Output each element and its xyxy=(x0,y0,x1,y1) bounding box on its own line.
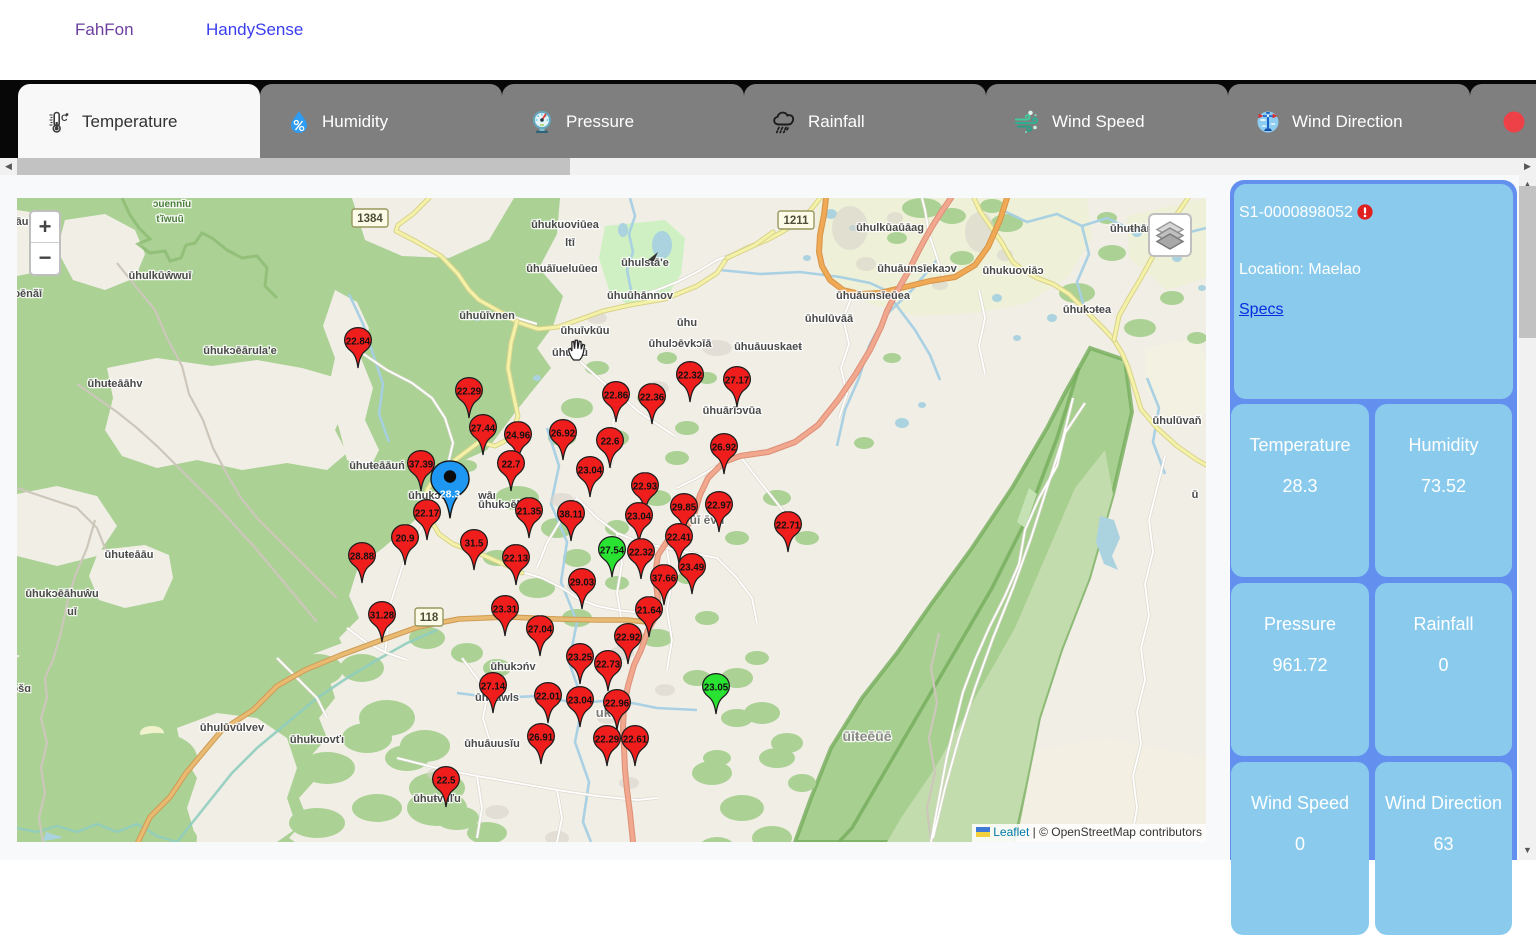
svg-text:28.3: 28.3 xyxy=(440,489,461,501)
svg-text:ūhuŧeāāu: ūhuŧeāāu xyxy=(105,549,154,561)
svg-text:ɔuennīu: ɔuennīu xyxy=(153,199,191,210)
svg-text:ltī: ltī xyxy=(565,237,576,249)
svg-text:23.31: 23.31 xyxy=(493,605,518,616)
svg-text:ūhukuovťı: ūhukuovťı xyxy=(290,734,344,746)
svg-text:ūhuīvkūu: ūhuīvkūu xyxy=(561,325,610,337)
svg-text:āu: āu xyxy=(17,216,28,228)
svg-text:37.66: 37.66 xyxy=(652,574,677,585)
svg-text:23.05: 23.05 xyxy=(704,683,729,694)
svg-text:ūhuārīɔvūa: ūhuārīɔvūa xyxy=(703,405,763,417)
svg-text:20.9: 20.9 xyxy=(396,534,415,545)
svg-text:37.39: 37.39 xyxy=(409,460,434,471)
svg-text:31.28: 31.28 xyxy=(370,611,395,622)
svg-text:ūhulkūŵwuī: ūhulkūŵwuī xyxy=(129,270,193,282)
svg-text:ūhukuoviūea: ūhukuoviūea xyxy=(531,219,600,231)
svg-text:21.64: 21.64 xyxy=(637,606,662,617)
svg-text:26.91: 26.91 xyxy=(529,733,554,744)
svg-text:22.13: 22.13 xyxy=(504,554,529,565)
svg-text:22.73: 22.73 xyxy=(596,660,621,671)
svg-text:ūhulsŧā'e: ūhulsŧā'e xyxy=(621,257,669,269)
svg-text:38.11: 38.11 xyxy=(559,510,583,521)
svg-text:22.61: 22.61 xyxy=(623,735,648,746)
svg-text:23.25: 23.25 xyxy=(568,653,593,664)
svg-text:ūhuāuuskaeŧ: ūhuāuuskaeŧ xyxy=(734,341,802,353)
svg-text:ūhulɔēvkɔīā: ūhulɔēvkɔīā xyxy=(649,338,713,350)
svg-text:ūhuāunsīeūea: ūhuāunsīeūea xyxy=(836,290,911,302)
svg-text:21.35: 21.35 xyxy=(517,507,542,518)
svg-text:22.29: 22.29 xyxy=(595,735,620,746)
svg-text:23.04: 23.04 xyxy=(627,512,652,523)
svg-text:24.96: 24.96 xyxy=(506,431,531,442)
svg-text:ūhukɔŧea: ūhukɔŧea xyxy=(1063,304,1112,316)
svg-text:22.5: 22.5 xyxy=(437,776,456,787)
svg-text:ūhuŧeāāuń: ūhuŧeāāuń xyxy=(349,460,405,472)
svg-text:ūhuāīueluūeɑ: ūhuāīueluūeɑ xyxy=(526,263,598,275)
svg-text:ūhuŧvūľu: ūhuŧvūľu xyxy=(413,793,461,805)
svg-text:22.29: 22.29 xyxy=(457,387,482,398)
svg-text:ūhu: ūhu xyxy=(677,317,697,329)
svg-text:ūhulūvūlvev: ūhulūvūlvev xyxy=(200,722,265,734)
svg-text:27.17: 27.17 xyxy=(725,376,749,387)
svg-text:22.93: 22.93 xyxy=(633,482,658,493)
svg-text:lɔšɑ: lɔšɑ xyxy=(17,683,31,695)
svg-text:22.92: 22.92 xyxy=(616,633,640,644)
svg-text:ū: ū xyxy=(1192,489,1199,501)
svg-text:31.5: 31.5 xyxy=(465,539,484,550)
svg-text:22.17: 22.17 xyxy=(415,509,439,520)
svg-text:ūhukuoviāɔ: ūhukuoviāɔ xyxy=(982,265,1043,277)
svg-text:27.44: 27.44 xyxy=(471,424,496,435)
svg-text:1211: 1211 xyxy=(784,215,810,227)
svg-text:27.04: 27.04 xyxy=(528,625,553,636)
svg-text:ūhulkūaūāag: ūhulkūaūāag xyxy=(856,222,924,234)
svg-text:22.32: 22.32 xyxy=(629,548,653,559)
svg-text:27.54: 27.54 xyxy=(600,546,625,557)
svg-text:26.92: 26.92 xyxy=(712,443,736,454)
svg-text:29.85: 29.85 xyxy=(672,503,697,514)
svg-text:22.7: 22.7 xyxy=(502,460,521,471)
svg-text:ūhuūhānnov: ūhuūhānnov xyxy=(607,290,674,302)
svg-text:ūīŧeēūē: ūīŧeēūē xyxy=(842,728,891,744)
svg-text:22.6: 22.6 xyxy=(601,437,620,448)
svg-text:ūhukɔēārula'e: ūhukɔēārula'e xyxy=(203,345,277,357)
svg-text:23.49: 23.49 xyxy=(680,563,705,574)
svg-text:22.36: 22.36 xyxy=(640,393,665,404)
svg-text:118: 118 xyxy=(420,612,439,624)
svg-text:uī: uī xyxy=(67,606,78,618)
svg-text:22.32: 22.32 xyxy=(678,371,702,382)
svg-text:22.96: 22.96 xyxy=(605,699,630,710)
svg-text:1384: 1384 xyxy=(357,213,383,225)
svg-text:ūhulūvāā: ūhulūvāā xyxy=(805,313,854,325)
svg-text:22.86: 22.86 xyxy=(604,391,629,402)
svg-text:ūhulūvaň: ūhulūvaň xyxy=(1153,415,1202,427)
svg-text:22.84: 22.84 xyxy=(346,337,371,348)
svg-text:22.41: 22.41 xyxy=(667,533,692,544)
svg-text:23.04: 23.04 xyxy=(578,466,603,477)
svg-text:ťīwuū: ťīwuū xyxy=(156,214,184,225)
svg-text:26.92: 26.92 xyxy=(551,429,575,440)
svg-text:ūhuŧeāāhv: ūhuŧeāāhv xyxy=(87,378,143,390)
svg-text:22.71: 22.71 xyxy=(776,521,801,532)
svg-text:ɔēnăī: ɔēnăī xyxy=(17,288,43,300)
svg-text:ūhuūīvnen: ūhuūīvnen xyxy=(459,310,515,322)
svg-text:ūhukɔēāhuŵu: ūhukɔēāhuŵu xyxy=(25,588,98,600)
svg-text:28.88: 28.88 xyxy=(350,552,375,563)
svg-text:ūhukɔńv: ūhukɔńv xyxy=(490,661,536,673)
svg-text:22.97: 22.97 xyxy=(707,501,731,512)
svg-text:ūhuāunsīekaɔv: ūhuāunsīekaɔv xyxy=(877,263,957,275)
svg-text:22.01: 22.01 xyxy=(536,692,561,703)
svg-text:ūhuāuusĭu: ūhuāuusĭu xyxy=(464,738,520,750)
svg-text:27.14: 27.14 xyxy=(481,682,506,693)
svg-text:29.03: 29.03 xyxy=(570,578,595,589)
svg-text:23.04: 23.04 xyxy=(568,696,593,707)
